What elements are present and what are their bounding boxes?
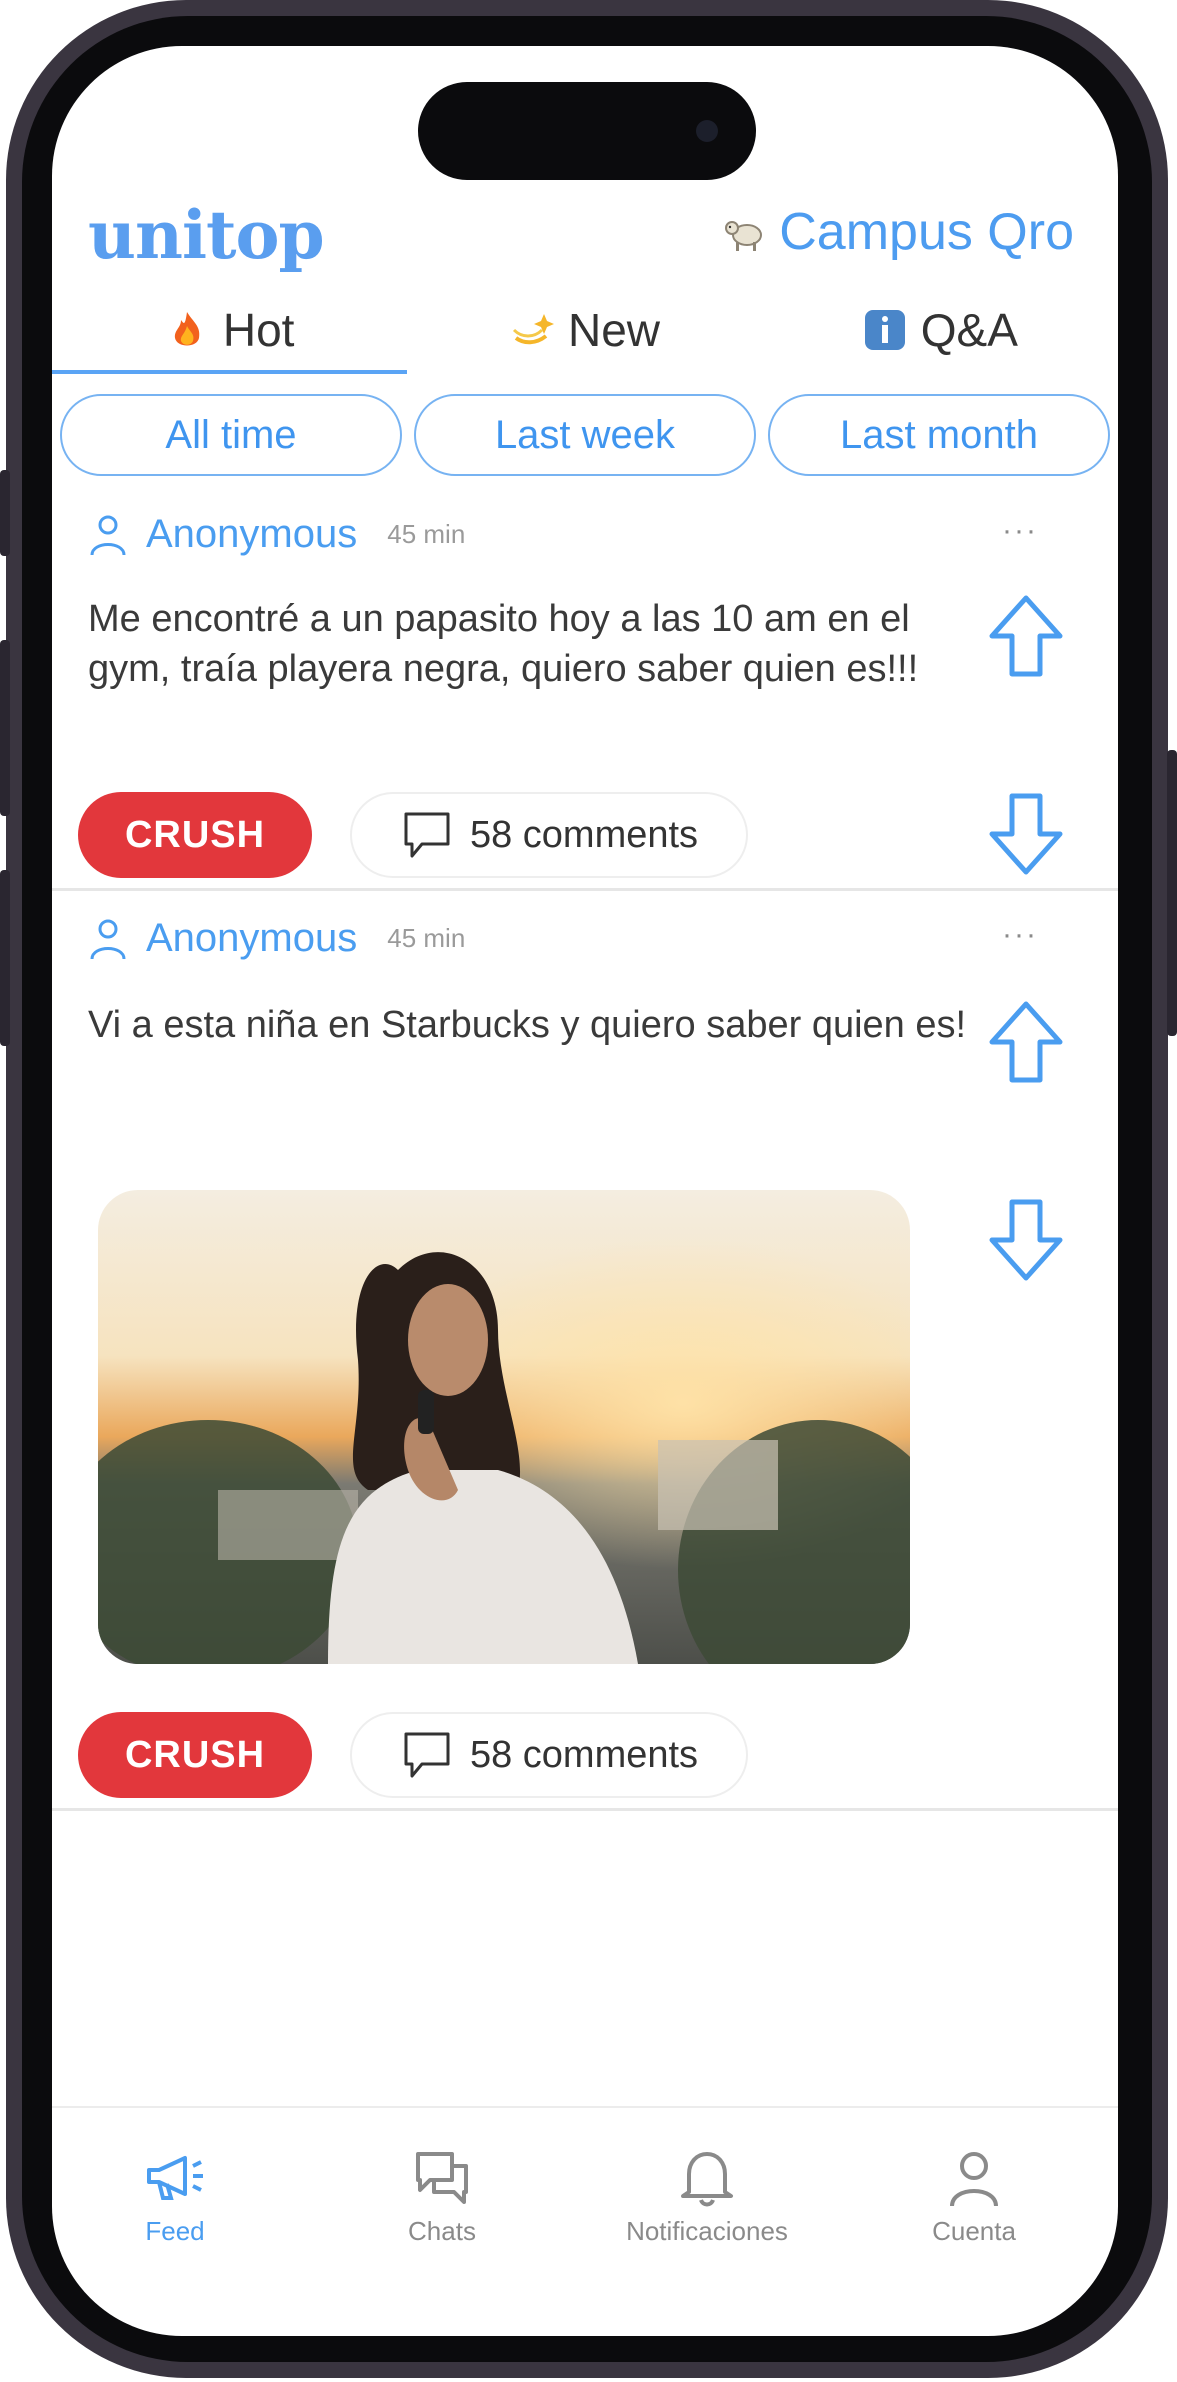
tab-label: Q&A (920, 304, 1018, 356)
camera-icon (696, 120, 718, 142)
tab-label: New (567, 304, 660, 356)
comment-icon (404, 812, 450, 858)
downvote-arrow-icon[interactable] (986, 790, 1066, 876)
comments-button[interactable]: 58 comments (350, 1712, 748, 1798)
post-time: 45 min (387, 923, 466, 953)
filter-all-time[interactable]: All time (60, 394, 402, 476)
sparkle-icon (512, 314, 554, 345)
info-icon (864, 310, 905, 350)
nav-feed[interactable]: Feed (55, 2146, 295, 2247)
more-options-button[interactable]: ··· (1002, 514, 1038, 548)
upvote-arrow-icon[interactable] (986, 1000, 1066, 1086)
nav-label: Feed (145, 2216, 205, 2246)
post-divider (52, 888, 1118, 891)
post-divider (52, 1808, 1118, 1811)
post-meta: Anonymous 45 min (88, 512, 465, 557)
comments-count: 58 comments (469, 1733, 699, 1776)
side-button (0, 870, 10, 1046)
post-photo[interactable] (98, 1190, 910, 1664)
post-author[interactable]: Anonymous (146, 916, 357, 961)
user-icon (90, 515, 126, 555)
downvote-arrow-icon[interactable] (986, 1196, 1066, 1282)
fire-icon (174, 312, 200, 346)
nav-label: Cuenta (932, 2216, 1016, 2246)
megaphone-icon (147, 2156, 203, 2200)
chat-icon (416, 2152, 468, 2204)
tab-qa[interactable]: Q&A (763, 286, 1118, 374)
nav-label: Notificaciones (626, 2216, 788, 2246)
bottom-navigation: Feed Chats Notificaciones Cuenta (52, 2106, 1118, 2336)
user-icon (950, 2152, 998, 2207)
nav-notificaciones[interactable]: Notificaciones (587, 2146, 827, 2247)
tab-hot[interactable]: Hot (52, 286, 408, 374)
dynamic-island (418, 82, 756, 180)
user-icon (90, 919, 126, 959)
post-text: Vi a esta niña en Starbucks y quiero sab… (88, 1004, 967, 1046)
category-tag[interactable]: CRUSH (78, 1712, 312, 1798)
comments-button[interactable]: 58 comments (350, 792, 748, 878)
campus-selector[interactable]: Campus Qro (723, 202, 1074, 262)
time-filters: All time Last week Last month (60, 394, 1110, 476)
bell-icon (681, 2152, 733, 2207)
post-author[interactable]: Anonymous (146, 512, 357, 557)
comment-icon (404, 1732, 450, 1778)
campus-name: Campus Qro (779, 203, 1074, 261)
comments-count: 58 comments (469, 813, 699, 856)
nav-chats[interactable]: Chats (322, 2146, 562, 2247)
app-logo: unitop (88, 196, 325, 274)
post-text: Me encontré a un papasito hoy a las 10 a… (88, 598, 919, 690)
more-options-button[interactable]: ··· (1002, 918, 1038, 952)
post-meta: Anonymous 45 min (88, 916, 465, 961)
upvote-arrow-icon[interactable] (986, 594, 1066, 680)
nav-cuenta[interactable]: Cuenta (854, 2146, 1094, 2247)
feed-tabs: Hot New Q&A (52, 286, 1118, 374)
app-header: unitop Campus Qro (52, 196, 1118, 276)
tab-new[interactable]: New (407, 286, 762, 374)
filter-last-week[interactable]: Last week (414, 394, 756, 476)
post-time: 45 min (387, 519, 466, 549)
tab-label: Hot (222, 304, 295, 356)
side-button (0, 640, 10, 816)
side-button (0, 470, 10, 556)
nav-label: Chats (408, 2216, 476, 2246)
category-tag[interactable]: CRUSH (78, 792, 312, 878)
side-button (1167, 750, 1177, 1036)
app-screen: unitop Campus Qro Hot New Q&A All time L… (52, 46, 1118, 2336)
filter-last-month[interactable]: Last month (768, 394, 1110, 476)
llama-icon (725, 221, 763, 251)
